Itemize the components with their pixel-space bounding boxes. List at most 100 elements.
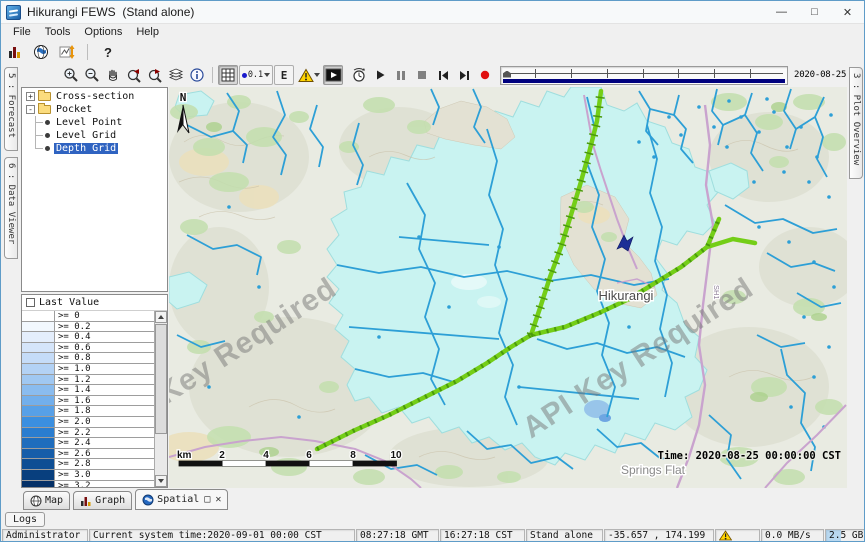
last-value-checkbox[interactable]	[26, 298, 35, 307]
timeseries-display-icon[interactable]	[57, 42, 77, 62]
expander-icon[interactable]: -	[26, 105, 35, 114]
grid-display-icon[interactable]	[218, 65, 238, 85]
close-button[interactable]: ✕	[831, 1, 864, 23]
tab-forecast[interactable]: 5 : Forecast	[4, 67, 18, 151]
legend-swatch	[22, 417, 55, 427]
time-slider-track	[505, 73, 783, 74]
tab-map[interactable]: Map	[23, 491, 70, 510]
record-button[interactable]	[475, 65, 495, 85]
legend-row[interactable]: >= 2.2	[22, 428, 154, 439]
legend-swatch	[22, 459, 55, 469]
legend-row[interactable]: >= 0.6	[22, 343, 154, 354]
movie-player-button[interactable]	[323, 65, 343, 85]
legend-row[interactable]: >= 2.4	[22, 438, 154, 449]
legend-swatch	[22, 406, 55, 416]
play-button[interactable]	[370, 65, 390, 85]
statistics-icon[interactable]	[5, 42, 25, 62]
tree-node-pocket[interactable]: - Pocket	[24, 103, 167, 116]
skip-to-start-button[interactable]	[433, 65, 453, 85]
tab-logs[interactable]: Logs	[5, 512, 45, 527]
expander-icon[interactable]: +	[26, 92, 35, 101]
legend-row[interactable]: >= 0.2	[22, 322, 154, 333]
legend-header: Last Value	[22, 295, 167, 311]
legend-row[interactable]: >= 0.8	[22, 353, 154, 364]
zoom-previous-icon[interactable]	[124, 65, 144, 85]
legend-scrollbar[interactable]	[154, 311, 167, 487]
legend-row[interactable]: >= 1.8	[22, 406, 154, 417]
menu-tools[interactable]: Tools	[38, 24, 78, 41]
panel-maximize-icon[interactable]: □	[204, 494, 210, 505]
zoom-next-icon[interactable]	[145, 65, 165, 85]
map-globe-icon	[30, 495, 42, 507]
app-logo-icon	[6, 5, 21, 20]
animation-timer-icon[interactable]	[349, 65, 369, 85]
menubar: File Tools Options Help	[1, 24, 864, 41]
menu-file[interactable]: File	[6, 24, 38, 41]
tab-graph[interactable]: Graph	[73, 491, 132, 510]
skip-to-end-button[interactable]	[454, 65, 474, 85]
layers-tree: + Cross-section - Pocket Level Point	[21, 87, 168, 292]
class-interval-dropdown[interactable]: 0.1	[239, 65, 273, 85]
menu-help[interactable]: Help	[129, 24, 166, 41]
map-time-label: Time: 2020-08-25 00:00:00 CST	[658, 450, 841, 462]
road-label: SH1	[712, 285, 721, 300]
scroll-down-button[interactable]	[155, 475, 167, 487]
map-canvas[interactable]: API Key Required API Key Required Hikura…	[169, 87, 847, 488]
statusbar: Administrator Current system time:2020-0…	[1, 528, 864, 542]
legend-row[interactable]: >= 3.0	[22, 470, 154, 481]
tree-node-level-point[interactable]: Level Point	[24, 116, 167, 129]
legend-row[interactable]: >= 1.6	[22, 396, 154, 407]
status-coordinates: -35.657 , 174.199	[604, 529, 714, 542]
panel-close-icon[interactable]: ✕	[215, 494, 221, 505]
legend-row[interactable]: >= 1.0	[22, 364, 154, 375]
layer-bullet-icon	[45, 146, 50, 151]
stop-button[interactable]	[412, 65, 432, 85]
warning-thresholds-dropdown[interactable]	[295, 65, 322, 85]
tree-node-depth-grid[interactable]: Depth Grid	[24, 142, 167, 155]
pause-button[interactable]	[391, 65, 411, 85]
legend-swatch	[22, 438, 55, 448]
maximize-button[interactable]: □	[798, 1, 831, 23]
dropdown-caret-icon	[314, 73, 320, 77]
menu-options[interactable]: Options	[77, 24, 129, 41]
legend-row[interactable]: >= 0.4	[22, 332, 154, 343]
help-button[interactable]: ?	[98, 42, 118, 62]
window-title: Hikurangi FEWS (Stand alone)	[27, 5, 194, 19]
legend-swatch	[22, 353, 55, 363]
legend-swatch	[22, 375, 55, 385]
tab-data-viewer[interactable]: 6 : Data Viewer	[4, 157, 18, 259]
tab-plot-overview[interactable]: 3 : Plot Overview	[849, 67, 863, 179]
layers-icon[interactable]	[166, 65, 186, 85]
tree-node-cross-section[interactable]: + Cross-section	[24, 90, 167, 103]
minimize-button[interactable]: —	[765, 1, 798, 23]
tab-spatial[interactable]: Spatial □ ✕	[135, 489, 228, 510]
tree-node-level-grid[interactable]: Level Grid	[24, 129, 167, 142]
legend-row[interactable]: >= 2.8	[22, 459, 154, 470]
status-warning-cell[interactable]	[715, 529, 760, 542]
legend-swatch	[22, 364, 55, 374]
legend-row[interactable]: >= 2.0	[22, 417, 154, 428]
main-toolbar: ?	[1, 41, 864, 63]
spatial-globe-icon	[142, 494, 154, 506]
legend-row[interactable]: >= 3.2	[22, 481, 154, 488]
legend-row[interactable]: >= 2.6	[22, 449, 154, 460]
globe-icon[interactable]	[31, 42, 51, 62]
folder-icon	[38, 105, 51, 114]
status-user: Administrator	[2, 529, 88, 542]
legend-swatch	[22, 470, 55, 480]
legend-row[interactable]: >= 1.4	[22, 385, 154, 396]
zoom-out-icon[interactable]	[82, 65, 102, 85]
legend-swatch	[22, 385, 55, 395]
elevation-labels-button[interactable]: E	[274, 65, 294, 85]
legend-row[interactable]: >= 1.2	[22, 375, 154, 386]
app-window: Hikurangi FEWS (Stand alone) — □ ✕ File …	[0, 0, 865, 542]
legend-swatch	[22, 322, 55, 332]
time-slider[interactable]	[500, 66, 788, 85]
scroll-thumb[interactable]	[155, 324, 167, 434]
legend-row[interactable]: >= 0	[22, 311, 154, 322]
scroll-up-button[interactable]	[155, 311, 167, 323]
bottom-tab-bar: Map Graph Spatial □ ✕	[1, 488, 864, 510]
zoom-in-icon[interactable]	[61, 65, 81, 85]
pan-hand-icon[interactable]	[103, 65, 123, 85]
info-icon[interactable]	[187, 65, 207, 85]
